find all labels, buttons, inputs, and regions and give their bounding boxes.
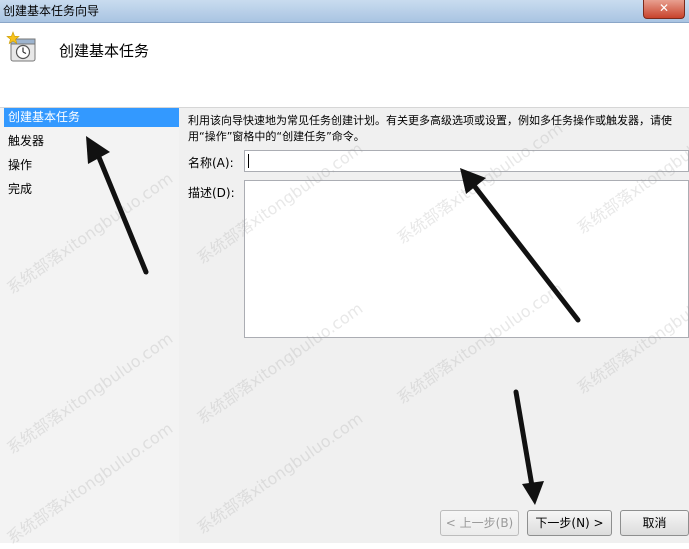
sidebar-item-trigger[interactable]: 触发器 <box>4 132 179 151</box>
next-button[interactable]: 下一步(N) > <box>527 510 612 536</box>
close-icon: ✕ <box>658 1 670 15</box>
sidebar-item-action[interactable]: 操作 <box>4 156 179 175</box>
wizard-content: 利用该向导快速地为常见任务创建计划。有关更多高级选项或设置，例如多任务操作或触发… <box>179 108 689 503</box>
description-textarea[interactable] <box>244 180 689 338</box>
close-button[interactable]: ✕ <box>643 0 685 19</box>
header-title: 创建基本任务 <box>59 42 150 60</box>
wizard-steps-sidebar: 创建基本任务 触发器 操作 完成 <box>0 108 179 543</box>
wizard-header: 创建基本任务 <box>0 23 689 108</box>
window-title: 创建基本任务向导 <box>3 4 100 18</box>
name-label: 名称(A): <box>188 156 234 170</box>
task-clock-icon <box>6 31 36 62</box>
wizard-description: 利用该向导快速地为常见任务创建计划。有关更多高级选项或设置，例如多任务操作或触发… <box>188 114 672 143</box>
sidebar-item-finish[interactable]: 完成 <box>4 180 179 199</box>
title-bar: 创建基本任务向导 ✕ <box>0 0 689 23</box>
cancel-button[interactable]: 取消 <box>620 510 689 536</box>
name-input[interactable] <box>244 150 689 172</box>
wizard-footer <box>179 503 689 543</box>
text-caret <box>248 154 249 168</box>
description-label: 描述(D): <box>188 186 235 200</box>
back-button[interactable]: < 上一步(B) <box>440 510 519 536</box>
sidebar-item-create-basic-task[interactable]: 创建基本任务 <box>4 108 179 127</box>
